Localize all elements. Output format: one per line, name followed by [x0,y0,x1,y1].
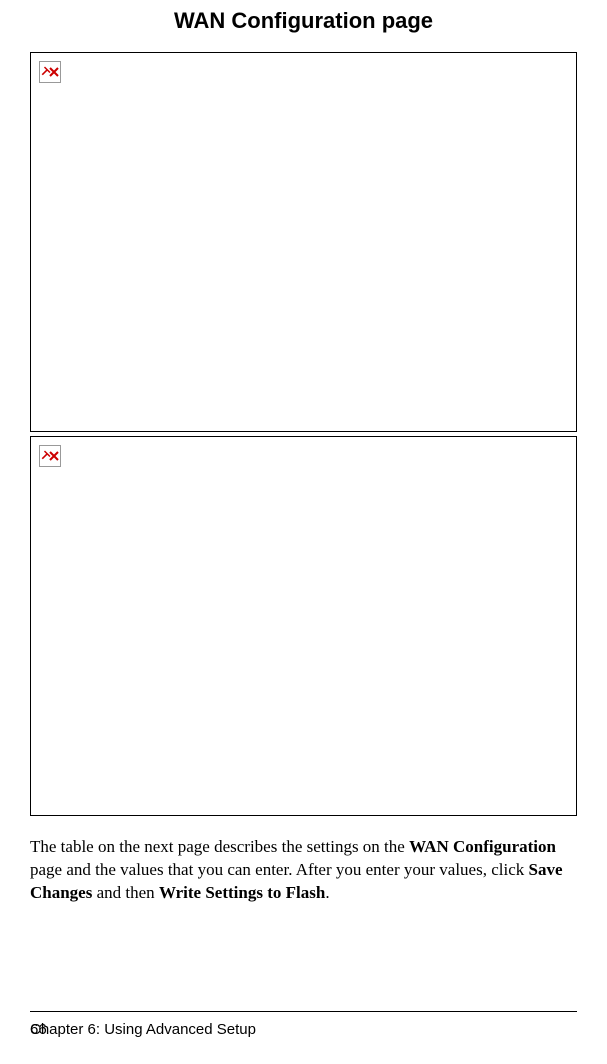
broken-image-icon [39,445,61,467]
bold-write-settings: Write Settings to Flash [159,883,325,902]
figure-placeholder-top [30,52,577,432]
bold-wan-configuration: WAN Configuration [409,837,556,856]
footer-divider [30,1011,577,1012]
text-segment: page and the values that you can enter. … [30,860,529,879]
footer-text: Chapter 6: Using Advanced Setup [30,1021,256,1038]
page-title: WAN Configuration page [30,8,577,34]
text-segment: . [325,883,329,902]
broken-image-icon [39,61,61,83]
body-paragraph: The table on the next page describes the… [30,836,577,905]
footer-chapter: Chapter 6: Using Advanced Setup [30,1021,256,1038]
text-segment: and then [92,883,159,902]
figure-placeholder-bottom [30,436,577,816]
text-segment: The table on the next page describes the… [30,837,409,856]
